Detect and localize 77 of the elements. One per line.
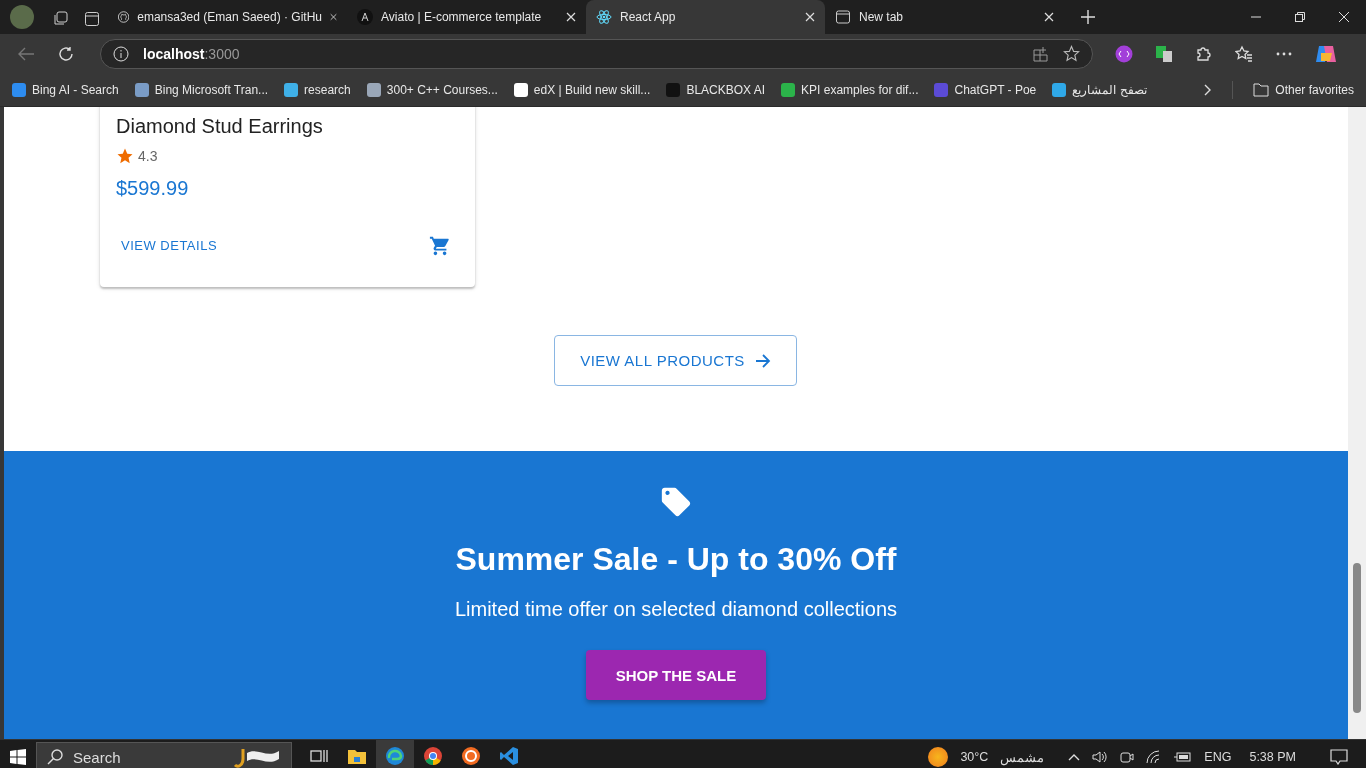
swirl-icon[interactable] bbox=[385, 746, 405, 766]
extension-icon[interactable] bbox=[1115, 44, 1133, 63]
atom-icon bbox=[596, 9, 612, 25]
chevron-right-icon[interactable] bbox=[1204, 83, 1213, 96]
refresh-icon[interactable] bbox=[58, 45, 74, 62]
tab-title: React App bbox=[620, 10, 677, 24]
bookmark-link[interactable]: BLACKBOX AI bbox=[666, 82, 766, 97]
camera-icon[interactable] bbox=[1120, 750, 1135, 764]
view-details-button[interactable]: VIEW DETAILS bbox=[116, 232, 223, 259]
bookmark-link[interactable]: research bbox=[284, 82, 351, 97]
translate-icon[interactable] bbox=[1155, 44, 1173, 63]
battery-icon[interactable] bbox=[1174, 751, 1193, 763]
cart-icon[interactable] bbox=[429, 234, 451, 257]
bookmark-link[interactable]: edX | Build new skill... bbox=[513, 82, 651, 97]
clock-text[interactable]: 5:38 PM bbox=[1249, 750, 1296, 764]
bookmark-link[interactable]: تصفح المشاريع bbox=[1052, 82, 1147, 97]
browser-tab[interactable]: Aviato | E-commerce template bbox=[347, 0, 586, 34]
notification-icon[interactable] bbox=[1330, 749, 1348, 765]
speaker-icon[interactable] bbox=[1092, 750, 1109, 764]
favorites-icon[interactable] bbox=[1235, 44, 1253, 63]
arrow-right-icon bbox=[754, 352, 771, 369]
tab-title: Aviato | E-commerce template bbox=[381, 10, 543, 24]
restore-icon[interactable] bbox=[1295, 12, 1305, 22]
windows-icon[interactable] bbox=[10, 749, 26, 765]
compass-icon[interactable] bbox=[461, 746, 481, 766]
other-favorites-link[interactable]: Other favorites bbox=[1253, 82, 1354, 97]
language-indicator[interactable]: ENG bbox=[1204, 750, 1232, 764]
new-tab-icon[interactable] bbox=[1081, 10, 1095, 24]
close-icon[interactable] bbox=[805, 12, 815, 22]
url-text: localhost:3000 bbox=[143, 45, 240, 62]
close-icon[interactable] bbox=[566, 12, 576, 22]
scrollbar[interactable] bbox=[1348, 107, 1366, 739]
rating-value: 4.3 bbox=[138, 148, 158, 164]
puzzle-icon[interactable] bbox=[1195, 44, 1213, 63]
product-price: $599.99 bbox=[116, 177, 190, 200]
folder-icon[interactable] bbox=[347, 747, 367, 765]
profile-avatar[interactable] bbox=[10, 5, 34, 29]
shop-sale-button[interactable]: SHOP THE SALE bbox=[586, 650, 766, 700]
bookmark-link[interactable]: Bing Microsoft Tran... bbox=[134, 82, 269, 97]
workspaces-icon[interactable] bbox=[52, 11, 68, 27]
search-icon bbox=[47, 749, 63, 765]
star-icon[interactable] bbox=[1063, 45, 1080, 62]
browser-tab[interactable]: React App bbox=[586, 0, 825, 34]
task-view-icon[interactable] bbox=[310, 748, 328, 764]
sale-title: Summer Sale - Up to 30% Off bbox=[455, 541, 897, 578]
info-icon[interactable] bbox=[113, 45, 129, 62]
code-icon[interactable] bbox=[499, 746, 519, 766]
folder-icon bbox=[1253, 82, 1270, 97]
address-bar[interactable]: localhost:3000 bbox=[100, 38, 1093, 69]
bookmark-link[interactable]: Bing AI - Search bbox=[12, 82, 119, 97]
close-icon[interactable] bbox=[330, 12, 337, 22]
chevron-up-icon[interactable] bbox=[1068, 753, 1081, 761]
temperature-text[interactable]: 30°C bbox=[960, 750, 989, 764]
bookmark-link[interactable]: KPI examples for dif... bbox=[781, 82, 919, 97]
tab-title: New tab bbox=[859, 10, 905, 24]
close-icon[interactable] bbox=[1044, 12, 1054, 22]
sun-icon[interactable] bbox=[928, 747, 949, 767]
tag-icon bbox=[659, 485, 693, 519]
back-arrow-icon[interactable] bbox=[18, 46, 34, 61]
sale-subtitle: Limited time offer on selected diamond collections bbox=[454, 598, 898, 621]
weather-text[interactable]: مشمس bbox=[1000, 749, 1045, 765]
close-icon[interactable] bbox=[1339, 12, 1349, 22]
star-icon bbox=[116, 147, 134, 165]
sidebar-tabs-icon[interactable] bbox=[84, 11, 100, 27]
letter-icon bbox=[357, 9, 373, 25]
more-icon[interactable] bbox=[1275, 51, 1293, 56]
bookmark-link[interactable]: ChatGPT - Poe bbox=[934, 82, 1037, 97]
app-grid-icon[interactable] bbox=[1033, 45, 1049, 62]
product-name: Diamond Stud Earrings bbox=[116, 115, 324, 138]
browser-tab[interactable]: New tab bbox=[825, 0, 1064, 34]
tab-title: emansa3ed (Eman Saeed) · GitHu bbox=[137, 10, 322, 24]
taskbar-search[interactable]: Search bbox=[36, 742, 292, 768]
page-icon bbox=[835, 9, 851, 25]
chrome-icon[interactable] bbox=[423, 746, 443, 766]
bookmark-link[interactable]: 300+ C++ Courses... bbox=[366, 82, 498, 97]
browser-tab[interactable]: emansa3ed (Eman Saeed) · GitHu bbox=[108, 0, 347, 34]
view-all-products-button[interactable]: VIEW ALL PRODUCTS bbox=[554, 335, 797, 386]
